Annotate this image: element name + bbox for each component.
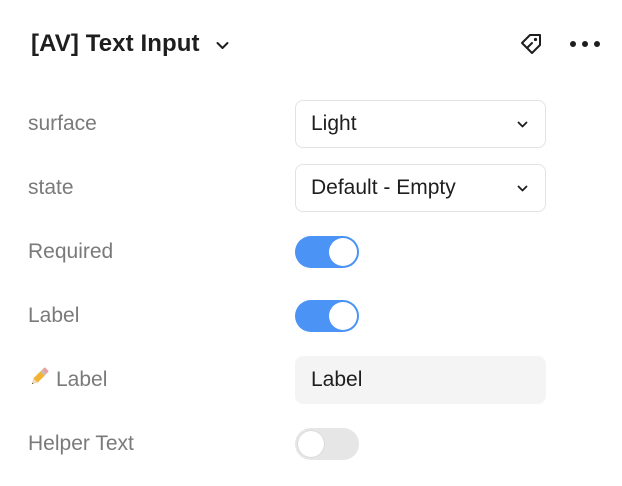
label-text-property-label: Label [56, 368, 108, 391]
property-row-surface: surface Light [28, 100, 548, 148]
property-row-state: state Default - Empty [28, 164, 548, 212]
component-properties-panel: [AV] Text Input surface Light state Defa… [0, 0, 622, 486]
chevron-down-icon [216, 41, 229, 50]
label-toggle[interactable] [295, 300, 359, 332]
toggle-knob [329, 238, 357, 266]
label-text-input-value: Label [311, 368, 363, 391]
surface-select[interactable]: Light [295, 100, 546, 148]
surface-select-value: Light [311, 112, 357, 135]
more-horizontal-icon[interactable] [567, 26, 603, 62]
helper-text-toggle[interactable] [295, 428, 359, 460]
toggle-knob [297, 430, 325, 458]
property-label-helper-text: Helper Text [28, 432, 134, 455]
component-title-dropdown[interactable]: [AV] Text Input [31, 30, 229, 58]
panel-header: [AV] Text Input [31, 26, 603, 62]
state-select-value: Default - Empty [311, 176, 456, 199]
property-row-helper-text: Helper Text [28, 427, 548, 461]
header-actions [513, 26, 603, 62]
property-row-label-text: Label Label [28, 356, 548, 404]
property-label-surface: surface [28, 112, 97, 135]
property-label-required: Required [28, 240, 114, 263]
label-text-input[interactable]: Label [295, 356, 546, 404]
chevron-down-icon [517, 121, 528, 128]
property-row-label-toggle: Label [28, 299, 548, 333]
component-title: [AV] Text Input [31, 30, 200, 57]
state-select[interactable]: Default - Empty [295, 164, 546, 212]
component-tag-icon[interactable] [513, 26, 549, 62]
toggle-knob [329, 302, 357, 330]
chevron-down-icon [517, 185, 528, 192]
required-toggle[interactable] [295, 236, 359, 268]
property-label-label: Label [28, 304, 80, 327]
property-label-label-text: Label [28, 366, 295, 394]
property-label-state: state [28, 176, 74, 199]
pencil-icon [28, 366, 50, 394]
property-row-required: Required [28, 235, 548, 269]
